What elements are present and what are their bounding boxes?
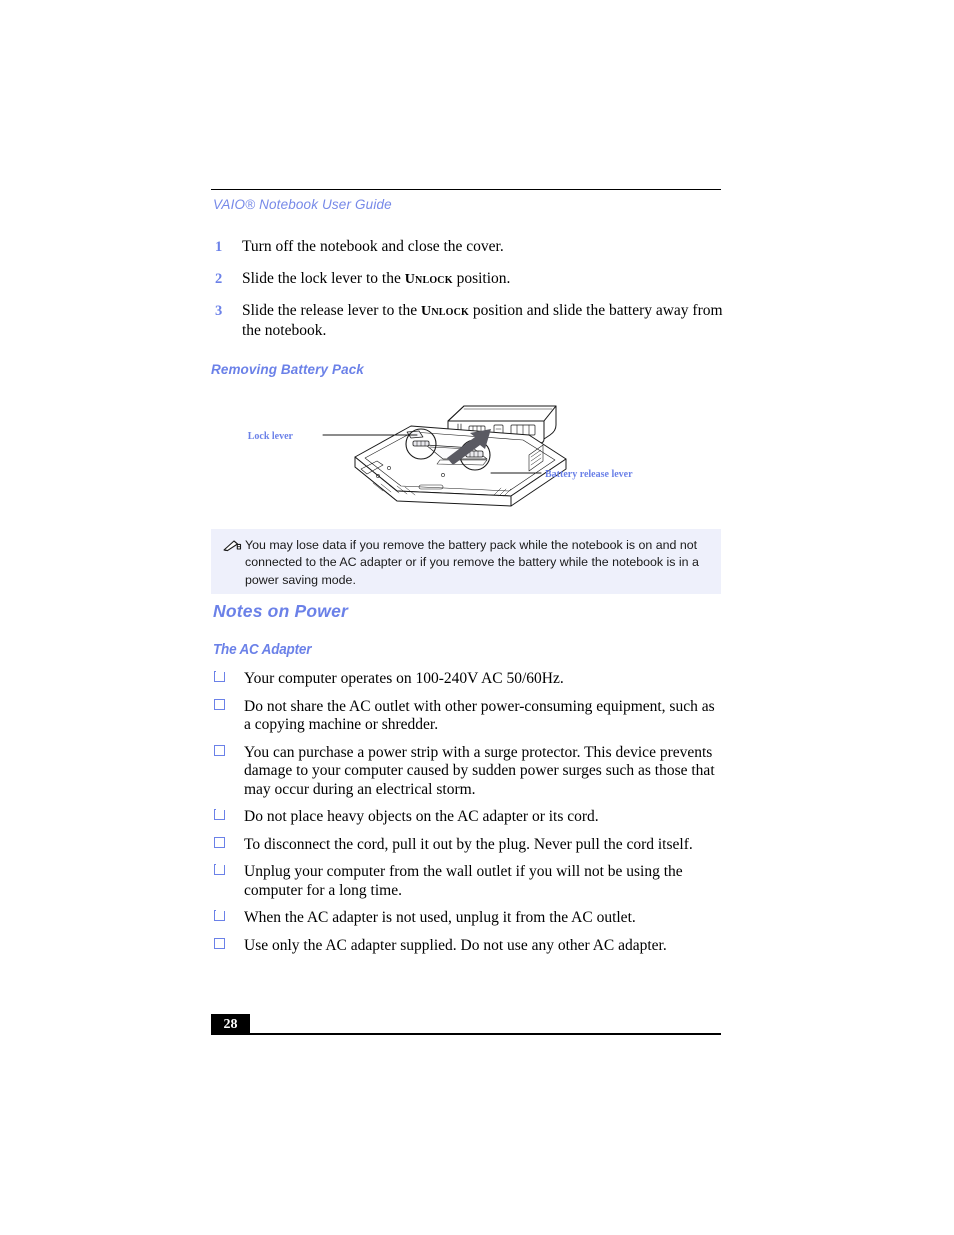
step-text: Turn off the notebook and close the cove… (242, 238, 504, 255)
list-item: Your computer operates on 100-240V AC 50… (211, 669, 723, 689)
list-item-text: You can purchase a power strip with a su… (244, 743, 715, 798)
list-item: Do not share the AC outlet with other po… (211, 697, 723, 735)
list-item-text: Unplug your computer from the wall outle… (244, 863, 683, 899)
page-number-box: 28 (211, 1014, 250, 1035)
step-number: 3 (215, 303, 223, 319)
square-bullet-icon (214, 697, 225, 710)
running-header: VAIO® Notebook User Guide (213, 197, 392, 212)
step-number: 1 (215, 239, 223, 255)
figure-removing-battery-pack: Lock lever Battery release lever (211, 383, 723, 518)
list-item-text: Do not place heavy objects on the AC ada… (244, 808, 599, 825)
list-item: To disconnect the cord, pull it out by t… (211, 835, 723, 855)
step-item: 2 Slide the lock lever to the Unlock pos… (211, 270, 723, 290)
figure-heading: Removing Battery Pack (211, 362, 364, 377)
section-subtitle: The AC Adapter (213, 642, 312, 658)
list-item: Do not place heavy objects on the AC ada… (211, 807, 723, 827)
list-item: You can purchase a power strip with a su… (211, 743, 723, 800)
note-text: You may lose data if you remove the batt… (245, 538, 699, 587)
pencil-note-icon (223, 540, 242, 552)
list-item: Use only the AC adapter supplied. Do not… (211, 936, 723, 956)
list-item: Unplug your computer from the wall outle… (211, 862, 723, 900)
step-smallcaps-term: Unlock (404, 271, 453, 287)
page-number: 28 (223, 1017, 238, 1032)
bullet-list: Your computer operates on 100-240V AC 50… (211, 669, 723, 964)
document-page: VAIO® Notebook User Guide 1 Turn off the… (0, 0, 954, 1235)
square-bullet-icon (214, 862, 225, 875)
step-smallcaps-term: Unlock (421, 304, 470, 319)
step-item: 1 Turn off the notebook and close the co… (211, 238, 723, 257)
square-bullet-icon (214, 669, 225, 682)
header-rule (211, 189, 721, 190)
battery-removal-illustration: Lock lever Battery release lever (248, 405, 633, 507)
content-column: 1 Turn off the notebook and close the co… (211, 238, 723, 518)
list-item-text: Do not share the AC outlet with other po… (244, 697, 715, 734)
section-title: Notes on Power (213, 601, 349, 621)
list-item: When the AC adapter is not used, unplug … (211, 908, 723, 928)
step-item: 3 Slide the release lever to the Unlock … (211, 302, 723, 340)
step-text: Slide the lock lever to the (242, 269, 405, 287)
square-bullet-icon (214, 936, 225, 949)
square-bullet-icon (214, 743, 225, 756)
square-bullet-icon (214, 835, 225, 848)
step-number: 2 (215, 270, 223, 287)
figure-label-battery-release-lever: Battery release lever (545, 469, 633, 480)
square-bullet-icon (214, 908, 225, 921)
footer-rule (248, 1033, 721, 1035)
figure-label-lock-lever: Lock lever (248, 431, 294, 442)
list-item-text: Your computer operates on 100-240V AC 50… (244, 670, 564, 687)
list-item-text: To disconnect the cord, pull it out by t… (244, 835, 693, 853)
square-bullet-icon (214, 807, 225, 820)
note-callout-box: You may lose data if you remove the batt… (211, 529, 721, 594)
list-item-text: Use only the AC adapter supplied. Do not… (244, 936, 667, 954)
step-text-tail: position. (452, 269, 511, 287)
step-text: Slide the release lever to the (242, 302, 422, 319)
list-item-text: When the AC adapter is not used, unplug … (244, 909, 636, 926)
